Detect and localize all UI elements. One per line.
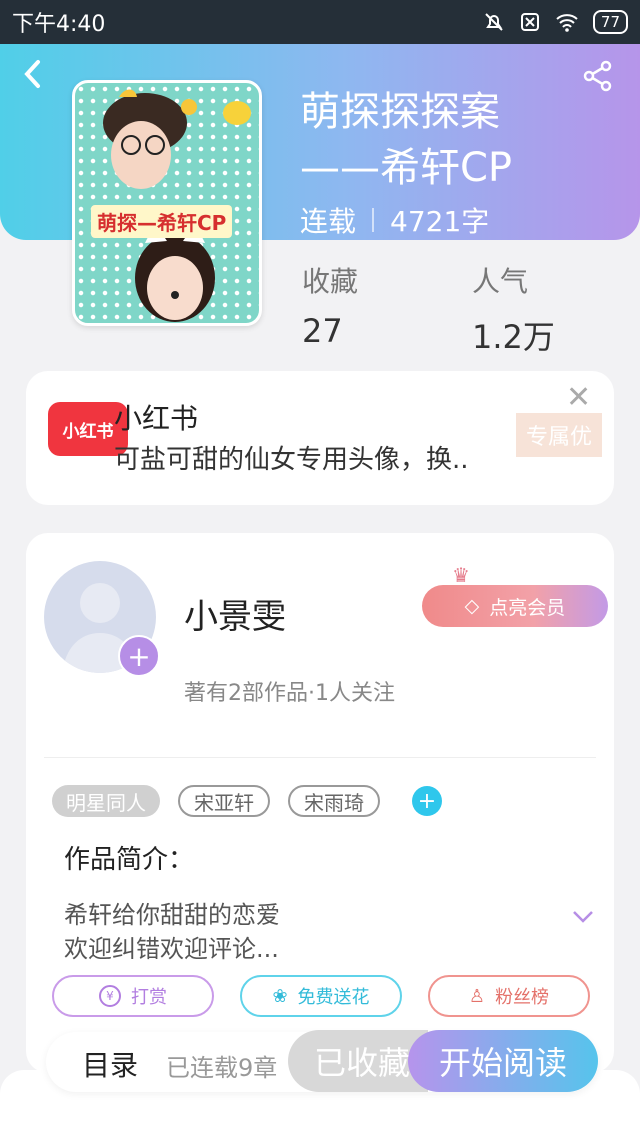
- status-bar: 下午4:40 77: [0, 0, 640, 44]
- book-title-line1: 萌探探探案: [300, 89, 500, 135]
- book-status: 连载: [300, 205, 357, 238]
- book-title-line2: ——希轩CP: [300, 145, 513, 191]
- tag-list: 明星同人 宋亚轩 宋雨琦 +: [52, 785, 442, 817]
- book-meta: 连载 4721字: [300, 200, 489, 240]
- fans-label: 粉丝榜: [495, 987, 550, 1008]
- add-tag-icon[interactable]: +: [412, 786, 442, 816]
- intro-line-2: 欢迎纠错欢迎评论...: [64, 935, 279, 963]
- favorite-button[interactable]: 已收藏: [288, 1030, 428, 1092]
- stat-popularity-label: 人气: [472, 265, 529, 298]
- flower-label: 免费送花: [297, 987, 370, 1008]
- intro-line-1: 希轩给你甜甜的恋爱: [64, 901, 280, 929]
- divider: [44, 757, 596, 758]
- ad-card[interactable]: 小红书 小红书 可盐可甜的仙女专用头像，换.. 专属优 ✕: [26, 371, 614, 505]
- tip-label: 打赏: [131, 987, 167, 1008]
- status-icons: 77: [483, 10, 628, 34]
- flower-icon: ❀: [272, 985, 288, 1007]
- book-word-count: 4721字: [390, 205, 490, 238]
- crown-icon: ♛: [452, 563, 470, 587]
- author-summary: 著有2部作品·1人关注: [184, 681, 395, 706]
- book-cover[interactable]: 萌探—希轩CP: [72, 80, 262, 326]
- chevron-down-icon[interactable]: [572, 905, 594, 930]
- close-icon[interactable]: ✕: [566, 383, 591, 413]
- stat-favorites-value: 27: [302, 312, 343, 350]
- intro-heading: 作品简介：: [64, 845, 195, 875]
- ad-badge: 专属优: [516, 413, 602, 457]
- action-buttons: ¥ 打赏 ❀ 免费送花 ♙ 粉丝榜: [52, 975, 590, 1017]
- flower-button[interactable]: ❀ 免费送花: [240, 975, 402, 1017]
- cover-caption: 萌探—希轩CP: [91, 205, 233, 238]
- author-card: + 小景雯 著有2部作品·1人关注 ♛ ◇ 点亮会员 明星同人 宋亚轩 宋雨琦 …: [26, 533, 614, 1073]
- battery-indicator: 77: [592, 10, 628, 34]
- toc-link[interactable]: 目录: [82, 1044, 138, 1084]
- back-icon[interactable]: [22, 58, 42, 96]
- diamond-icon: ◇: [464, 595, 480, 617]
- wifi-icon: [556, 14, 578, 32]
- vip-label: 点亮会员: [489, 596, 566, 619]
- vip-button[interactable]: ◇ 点亮会员: [422, 585, 608, 627]
- book-title: 萌探探探案 ——希轩CP: [300, 84, 620, 196]
- ad-description: 可盐可甜的仙女专用头像，换..: [114, 445, 469, 475]
- sim-icon: [520, 13, 539, 31]
- follow-plus-icon[interactable]: +: [118, 635, 160, 677]
- author-name: 小景雯: [184, 597, 286, 637]
- fans-button[interactable]: ♙ 粉丝榜: [428, 975, 590, 1017]
- tag-category[interactable]: 明星同人: [52, 785, 160, 817]
- stat-favorites-label: 收藏: [302, 265, 359, 298]
- tip-button[interactable]: ¥ 打赏: [52, 975, 214, 1017]
- toc-chapter-count: 已连载9章: [166, 1054, 278, 1082]
- stat-popularity-value: 1.2万: [472, 318, 555, 356]
- tag-item[interactable]: 宋雨琦: [288, 785, 380, 817]
- user-icon: ♙: [468, 985, 486, 1007]
- yen-icon: ¥: [99, 985, 121, 1007]
- ad-title: 小红书: [114, 402, 199, 435]
- mute-bell-icon: [485, 13, 503, 31]
- meta-separator: [372, 208, 375, 232]
- start-reading-button[interactable]: 开始阅读: [408, 1030, 598, 1092]
- tag-item[interactable]: 宋亚轩: [178, 785, 270, 817]
- status-time: 下午4:40: [12, 12, 106, 37]
